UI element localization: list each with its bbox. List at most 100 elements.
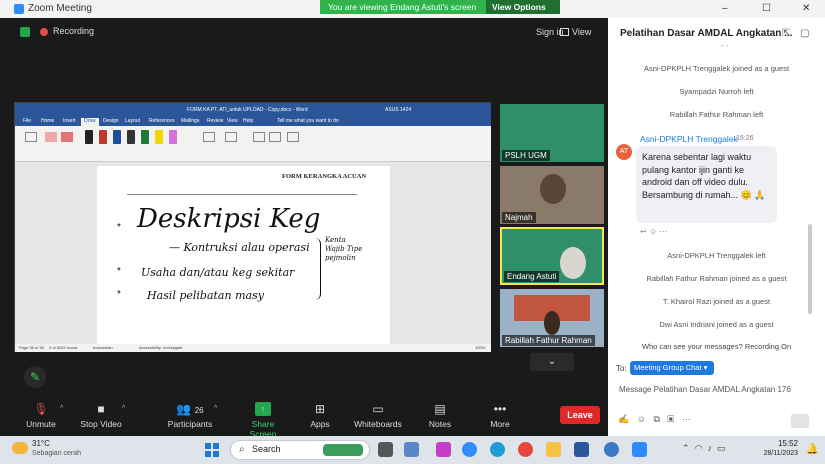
clock-date[interactable]: 28/11/2023 [754,450,798,457]
highlighter-icon[interactable] [155,130,163,144]
menu-tab[interactable]: Help [243,118,253,124]
message-more-icon[interactable]: ⋯ [659,227,667,236]
status-language: Indonesian [93,345,113,350]
format-background-icon[interactable] [225,132,237,142]
file-explorer-icon[interactable] [546,442,561,457]
chevron-up-icon[interactable]: ⌃ [682,443,690,453]
notes-button[interactable]: ▤ Notes [426,402,454,429]
view-options-button[interactable]: View Options [486,0,560,14]
reply-icon[interactable]: ↩ [640,227,647,236]
system-tray[interactable]: ⌃ ◠ ♪ ▭ [682,443,725,454]
menu-tab[interactable]: Home [41,118,54,124]
notification-bell-icon[interactable]: 🔔 [806,444,818,455]
taskbar-search[interactable]: ⌕ [230,440,370,460]
draw-touch-icon[interactable] [45,132,57,142]
menu-tab-active[interactable]: Draw [81,118,99,126]
participant-tile-active-speaker[interactable]: Endang Astuti [500,227,604,285]
weather-condition[interactable]: Sebagian cerah [32,450,81,457]
ink-to-shape-icon[interactable] [253,132,265,142]
select-tool-icon[interactable] [25,132,37,142]
pen-pink-icon[interactable] [169,130,177,144]
menu-tab[interactable]: Design [103,118,119,124]
share-screen-button[interactable]: ↑ Share Screen [238,402,288,439]
popout-icon[interactable]: ⇱ [782,28,790,39]
eraser-icon[interactable] [61,132,73,142]
widgets-icon[interactable] [404,442,419,457]
participant-tile[interactable]: Rabillah Fathur Rahman [500,289,604,347]
audio-options-caret[interactable]: ^ [60,405,63,412]
menu-tab[interactable]: Layout [125,118,140,124]
document-page[interactable]: FORM KERANGKA ACUAN Deskripsi Keg — Kont… [97,166,390,345]
windows-start-icon[interactable] [205,443,219,457]
message-reactions[interactable]: ↩ ☺ ⋯ [640,227,667,236]
pen-black-icon[interactable] [85,130,93,144]
participants-options-caret[interactable]: ^ [214,405,217,412]
gallery-scroll-down-button[interactable]: ⌄ [530,353,574,371]
screenshot-icon[interactable]: ⧉ [653,414,659,424]
weather-icon[interactable] [12,442,28,454]
format-text-icon[interactable]: ✍ [618,414,629,424]
battery-icon[interactable]: ▭ [717,443,726,453]
send-button[interactable] [791,414,809,428]
task-view-icon[interactable] [378,442,393,457]
close-button[interactable]: ✕ [802,3,810,14]
status-accessibility[interactable]: Accessibility: Investigate [139,345,182,350]
menu-tab[interactable]: Review [207,118,223,124]
word-menu-bar: File Home Insert Draw Design Layout Refe… [15,116,491,126]
minimize-button[interactable]: – [722,3,728,14]
zoom-meeting-icon[interactable] [632,442,647,457]
ruler-icon[interactable] [203,132,215,142]
temperature[interactable]: 31°C [32,439,50,448]
pen-red-icon[interactable] [99,130,107,144]
apps-button[interactable]: ⊞ Apps [306,402,334,429]
more-button[interactable]: ••• More [486,402,514,429]
message-bubble[interactable]: Karena sebentar lagi waktu pulang kantor… [636,146,777,223]
maximize-button[interactable]: ☐ [762,3,771,14]
attach-file-icon[interactable]: ▣ [667,414,674,424]
app-icon[interactable] [436,442,451,457]
view-button[interactable]: View [572,27,591,37]
chrome-icon[interactable] [518,442,533,457]
tell-me-search[interactable]: Tell me what you want to do [277,118,339,124]
more-tools-icon[interactable]: ⋯ [682,414,691,424]
chat-scrollbar[interactable] [808,224,812,314]
video-options-caret[interactable]: ^ [122,405,125,412]
status-zoom[interactable]: 100% [475,345,485,350]
message-sender[interactable]: Asni-DPKPLH Trenggalek [640,134,738,144]
system-message: Asni-DPKPLH Trenggalek joined as a guest [643,64,790,73]
menu-tab[interactable]: Insert [63,118,76,124]
chat-message-input[interactable]: Message Pelatihan Dasar AMDAL Angkatan 1… [619,385,791,394]
stop-video-button[interactable]: ■ Stop Video [78,402,124,429]
menu-tab[interactable]: View [227,118,238,124]
pen-blue-icon[interactable] [113,130,121,144]
security-shield-icon[interactable] [20,27,30,37]
participants-label: Participants [167,419,213,429]
word-app-icon[interactable] [574,442,589,457]
unmute-button[interactable]: 🎙 Unmute [24,402,58,429]
privacy-note[interactable]: Who can see your messages? Recording On [608,342,825,351]
emoji-icon[interactable]: ☺ [637,414,646,424]
recipient-select[interactable]: Meeting Group Chat ▾ [630,361,714,375]
annotate-pencil-icon[interactable]: ✎ [24,366,46,388]
participant-tile[interactable]: PSLH UGM [500,104,604,162]
whiteboards-button[interactable]: ▭ Whiteboards [352,402,404,429]
zoom-app-icon[interactable] [462,442,477,457]
menu-tab[interactable]: File [23,118,31,124]
system-message: Asni-DPKPLH Trenggalek left [667,251,766,260]
emoji-reaction-icon[interactable]: ☺ [649,227,657,236]
volume-icon[interactable]: ♪ [707,443,712,453]
menu-tab[interactable]: References [149,118,175,124]
edge-icon[interactable] [490,442,505,457]
chrome-profile-icon[interactable] [604,442,619,457]
menu-tab[interactable]: Mailings [181,118,199,124]
chat-options-icon[interactable]: ▢ [800,28,809,39]
ink-to-math-icon[interactable] [269,132,281,142]
participants-button[interactable]: 👥 26 Participants [166,402,214,429]
pen-green-icon[interactable] [141,130,149,144]
clock-time[interactable]: 15:52 [760,439,798,448]
wifi-icon[interactable]: ◠ [695,443,703,453]
leave-button[interactable]: Leave [560,406,600,424]
drawing-canvas-icon[interactable] [287,132,299,142]
participant-tile[interactable]: Najmah [500,166,604,224]
pen-dark-icon[interactable] [127,130,135,144]
